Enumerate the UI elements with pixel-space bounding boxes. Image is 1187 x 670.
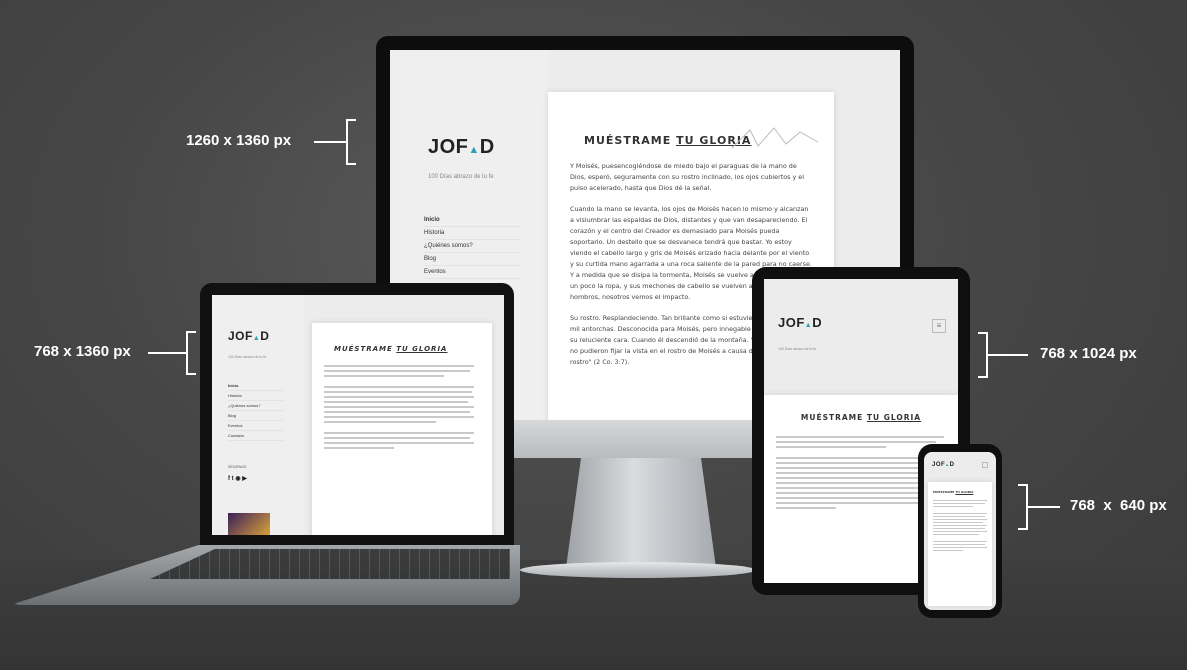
nav-item-inicio[interactable]: Inicio (424, 214, 520, 227)
imac-stand (566, 458, 716, 568)
annotation-desktop-line (314, 141, 346, 143)
site-nav: Inicio Historia ¿Quiénes somos? Blog Eve… (424, 214, 520, 279)
logo-text-end: D (479, 136, 495, 158)
laptop-nav-item-eventos[interactable]: Eventos (228, 421, 284, 431)
laptop-site-tagline: 100 Días abrazo de tu fe (228, 355, 267, 359)
laptop-site-logo[interactable]: JOF▲D (228, 329, 269, 343)
nav-item-quienes[interactable]: ¿Quiénes somos? (424, 240, 520, 253)
annotation-tablet-bracket (978, 332, 988, 378)
laptop-nav-item-historia[interactable]: Historia (228, 391, 284, 401)
phone-article-card: MUÉSTRAME TU GLORIA (928, 482, 992, 606)
laptop-sidebar: JOF▲D 100 Días abrazo de tu fe Inicio Hi… (212, 295, 304, 535)
site-logo[interactable]: JOF▲D (428, 136, 495, 159)
annotation-phone-bracket (1018, 484, 1028, 530)
annotation-laptop-size: 768 x 1360 px (34, 343, 131, 360)
laptop-logo-text-end: D (260, 329, 270, 343)
laptop-nav-item-blog[interactable]: Blog (228, 411, 284, 421)
laptop-nav-item-inicio[interactable]: Inicio (228, 381, 284, 391)
laptop-promo-banner[interactable] (228, 513, 270, 535)
hamburger-icon: ≡ (936, 321, 942, 330)
laptop-article-title-a: MUÉSTRAME (334, 345, 397, 353)
laptop-article-card: MUÉSTRAME TU GLORIA (312, 323, 492, 535)
annotation-desktop-bracket (346, 119, 356, 165)
tablet-menu-button[interactable]: ≡ (932, 319, 946, 333)
phone-article-title-b: TU GLORIA (955, 490, 974, 494)
article-title-part-a: MUÉSTRAME (584, 134, 677, 147)
annotation-desktop-size: 1260 x 1360 px (186, 132, 292, 149)
phone-article-text (933, 500, 987, 551)
annotation-phone-size: 768 x 640 px (1070, 497, 1167, 514)
phone-site-logo[interactable]: JOF▲D (932, 462, 954, 468)
annotation-tablet-line (988, 354, 1028, 356)
nav-item-blog[interactable]: Blog (424, 253, 520, 266)
laptop-site-nav: Inicio Historia ¿Quiénes somos? Blog Eve… (228, 381, 284, 441)
phone-logo-text-end: D (949, 462, 955, 468)
site-tagline: 100 Días abrazo de tu fe (428, 174, 494, 180)
annotation-tablet-size: 768 x 1024 px (1040, 345, 1137, 362)
laptop-nav-item-quienes[interactable]: ¿Quiénes somos? (228, 401, 284, 411)
laptop-screen: JOF▲D 100 Días abrazo de tu fe Inicio Hi… (212, 295, 504, 535)
tablet-logo-text-end: D (812, 315, 823, 330)
article-paragraph-1: Y Moisés, puesencogiéndose de miedo bajo… (570, 162, 805, 192)
brush-stroke-icon (731, 127, 819, 149)
tablet-article-title-b: TU GLORIA (866, 413, 922, 422)
tablet-site-logo[interactable]: JOF▲D (778, 315, 822, 330)
phone-screen: JOF▲D MUÉSTRAME TU GLORIA (924, 452, 996, 610)
annotation-laptop-line (148, 352, 186, 354)
laptop-logo-text: JOF (228, 329, 253, 343)
phone-menu-button[interactable] (982, 462, 988, 468)
laptop-article-text (324, 365, 480, 449)
laptop-follow-label: SÍGUENOS (228, 465, 247, 469)
logo-triangle-icon: ▲ (468, 144, 480, 156)
tablet-article-title-a: MUÉSTRAME (800, 413, 867, 422)
tablet-article-title: MUÉSTRAME TU GLORIA (776, 413, 946, 422)
annotation-laptop-bracket (186, 331, 196, 375)
laptop-article-title: MUÉSTRAME TU GLORIA (334, 345, 480, 353)
laptop-article-title-b: TU GLORIA (396, 345, 448, 353)
imac-stand-base (520, 562, 756, 578)
logo-text: JOF (428, 136, 469, 158)
laptop-nav-item-contacto[interactable]: Contacto (228, 431, 284, 441)
annotation-phone-line (1028, 506, 1060, 508)
phone-article-title: MUÉSTRAME TU GLORIA (933, 490, 987, 494)
laptop-social-icons[interactable]: f t ◉ ▶ (228, 475, 247, 482)
tablet-logo-text: JOF (778, 315, 805, 330)
tablet-site-tagline: 100 Días abrazo de tu fe (778, 347, 817, 351)
nav-item-eventos[interactable]: Eventos (424, 266, 520, 279)
phone-article-title-a: MUÉSTRAME (933, 490, 956, 494)
phone-logo-text: JOF (932, 462, 946, 468)
nav-item-historia[interactable]: Historia (424, 227, 520, 240)
